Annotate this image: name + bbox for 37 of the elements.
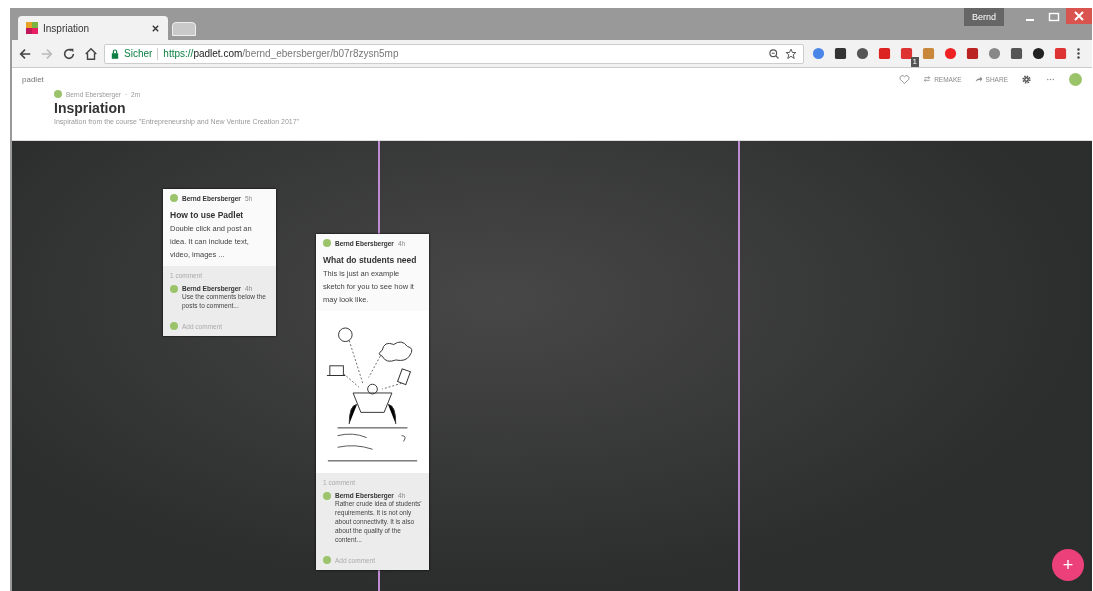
author-avatar: [323, 492, 331, 500]
arrow-icon: [974, 75, 983, 83]
user-avatar: [323, 556, 331, 564]
reload-icon[interactable]: [62, 46, 76, 61]
lock-icon: [111, 48, 119, 59]
padlet-logo-icon: [26, 22, 38, 34]
browser-tab[interactable]: Inspriation: [18, 16, 168, 40]
padlet-title: Inspriation: [53, 100, 127, 116]
heart-icon[interactable]: [899, 73, 911, 85]
repeat-icon: [923, 75, 932, 83]
extension-icon[interactable]: [900, 47, 913, 60]
profile-name[interactable]: Bernd: [963, 8, 1004, 26]
home-icon[interactable]: [84, 46, 98, 61]
author-avatar: [170, 285, 178, 293]
extension-icon[interactable]: [834, 47, 847, 60]
extension-icon[interactable]: [856, 47, 869, 60]
secure-label: Sicher: [124, 48, 153, 59]
close-icon[interactable]: [151, 23, 160, 33]
extension-icon[interactable]: [1032, 47, 1045, 60]
extension-icon[interactable]: [1010, 47, 1023, 60]
zoom-icon[interactable]: [768, 47, 780, 60]
author-avatar: [323, 239, 331, 247]
post-title: What do students need: [323, 255, 418, 265]
post-card[interactable]: [316, 234, 429, 570]
settings-icon[interactable]: [1021, 73, 1032, 85]
star-icon[interactable]: [785, 47, 797, 60]
add-post-button[interactable]: +: [1052, 549, 1084, 581]
author-avatar: [170, 194, 178, 202]
url-text: https://padlet.com/bernd_ebersberger/b07r8zysn5mp: [163, 48, 399, 59]
extension-badge: 1: [910, 57, 919, 67]
user-avatar: [170, 322, 178, 330]
author-avatar: [54, 90, 62, 98]
address-bar[interactable]: Sicher https://padlet.com/bernd_ebersberger/b07r8zysn5mp: [104, 43, 804, 64]
post-title: How to use Padlet: [170, 210, 245, 220]
back-arrow-icon[interactable]: [18, 46, 32, 61]
menu-icon[interactable]: [1076, 47, 1081, 60]
padlet-logo[interactable]: padlet: [22, 74, 44, 84]
